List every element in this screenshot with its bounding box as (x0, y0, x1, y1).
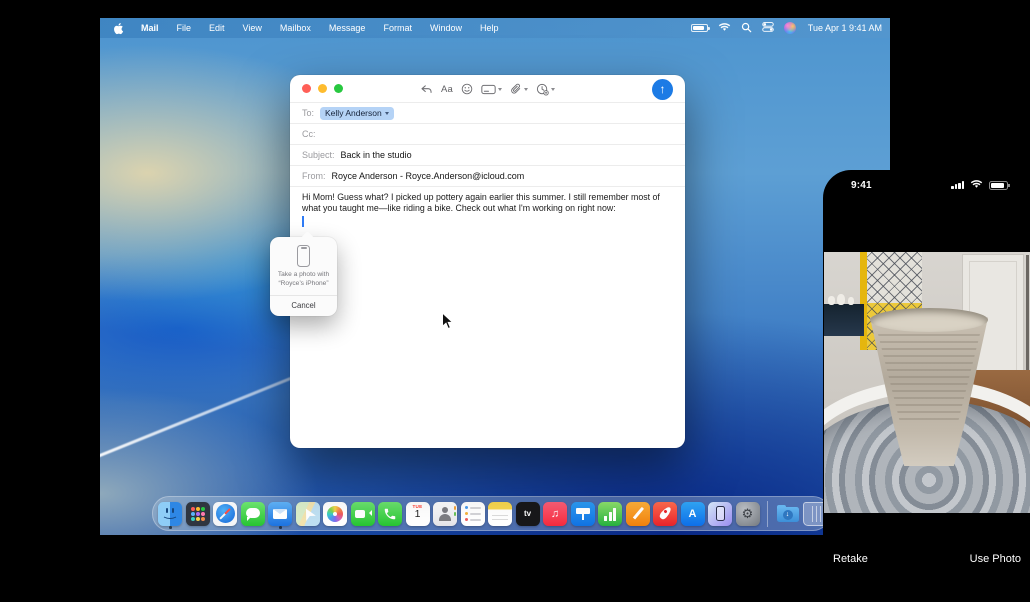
menu-message[interactable]: Message (320, 18, 375, 38)
dock-finder-icon[interactable] (158, 502, 182, 526)
dock-launchpad-icon[interactable] (186, 502, 210, 526)
dock-mail-icon[interactable] (268, 502, 292, 526)
dock-calendar-icon[interactable]: TUE1 (406, 502, 430, 526)
dock-phone-icon[interactable] (378, 502, 402, 526)
continuity-camera-popup: Take a photo with “Royce’s iPhone” Cance… (270, 237, 337, 316)
apple-menu-icon[interactable] (100, 22, 132, 35)
menu-window[interactable]: Window (421, 18, 471, 38)
dock-tv-icon[interactable]: tv (516, 502, 540, 526)
to-recipient-pill[interactable]: Kelly Anderson (320, 107, 394, 120)
menu-bar-clock[interactable]: Tue Apr 1 9:41 AM (806, 23, 882, 33)
dock-photos-icon[interactable] (323, 502, 347, 526)
dock-safari-icon[interactable] (213, 502, 237, 526)
dock-pages-icon[interactable] (626, 502, 650, 526)
message-body[interactable]: Hi Mom! Guess what? I picked up pottery … (290, 187, 685, 214)
dock-divider (767, 501, 768, 527)
iphone-clock: 9:41 (851, 180, 872, 191)
dock-facetime-icon[interactable] (351, 502, 375, 526)
from-label: From: (302, 171, 326, 181)
from-field[interactable]: From: Royce Anderson - Royce.Anderson@ic… (290, 166, 685, 187)
dock-app-store-icon[interactable]: A (681, 502, 705, 526)
use-photo-button[interactable]: Use Photo (970, 553, 1021, 602)
dock-maps-icon[interactable] (296, 502, 320, 526)
menu-bar: Mail File Edit View Mailbox Message Form… (100, 18, 890, 38)
wifi-icon[interactable] (718, 22, 731, 34)
cellular-signal-icon (951, 181, 964, 189)
iphone-outline-icon (297, 245, 310, 267)
send-button[interactable]: ↑ (652, 79, 673, 100)
mouse-pointer (441, 312, 454, 336)
dock-keynote-icon[interactable] (571, 502, 595, 526)
dock: TUE1 tv ♫ A ⚙ ↓ (152, 496, 830, 531)
from-value: Royce Anderson - Royce.Anderson@icloud.c… (332, 171, 525, 181)
menu-help[interactable]: Help (471, 18, 508, 38)
iphone-wifi-icon (970, 176, 983, 194)
menu-mailbox[interactable]: Mailbox (271, 18, 320, 38)
iphone-battery-icon (989, 181, 1008, 190)
control-center-icon[interactable] (762, 22, 774, 34)
close-window-button[interactable] (302, 84, 311, 93)
dock-contacts-icon[interactable] (433, 502, 457, 526)
studio-shelf (824, 304, 864, 336)
search-icon[interactable] (741, 22, 752, 35)
camera-action-bar: Retake Use Photo (823, 545, 1030, 602)
iphone-status-bar: 9:41 (823, 178, 1030, 192)
to-label: To: (302, 108, 314, 118)
dock-messages-icon[interactable] (241, 502, 265, 526)
menu-file[interactable]: File (168, 18, 201, 38)
window-titlebar: Aa ↑ (290, 75, 685, 103)
mac-desktop: Mail File Edit View Mailbox Message Form… (100, 18, 890, 535)
menu-view[interactable]: View (234, 18, 271, 38)
minimize-window-button[interactable] (318, 84, 327, 93)
dock-music-icon[interactable]: ♫ (543, 502, 567, 526)
mail-compose-window: Aa ↑ (290, 75, 685, 448)
send-later-button[interactable] (536, 83, 555, 96)
dock-iphone-mirroring-icon[interactable] (708, 502, 732, 526)
dock-numbers-icon[interactable] (598, 502, 622, 526)
cancel-button[interactable]: Cancel (270, 296, 337, 316)
siri-icon[interactable] (784, 22, 796, 34)
header-fields-button[interactable] (481, 84, 502, 95)
menu-edit[interactable]: Edit (200, 18, 234, 38)
to-field[interactable]: To: Kelly Anderson (290, 103, 685, 124)
cc-field[interactable]: Cc: (290, 124, 685, 145)
dock-downloads-folder-icon[interactable]: ↓ (776, 502, 800, 526)
screenshot-stage: Mail File Edit View Mailbox Message Form… (0, 0, 1030, 602)
dock-rocket-app-icon[interactable] (653, 502, 677, 526)
recipient-name: Kelly Anderson (325, 108, 382, 118)
emoji-button[interactable] (461, 83, 473, 95)
undo-button[interactable] (420, 84, 433, 95)
popup-message: Take a photo with “Royce’s iPhone” (270, 271, 337, 295)
subject-value: Back in the studio (341, 150, 412, 160)
recipient-chevron-icon (385, 112, 389, 115)
menu-mail[interactable]: Mail (132, 18, 168, 38)
format-button[interactable]: Aa (441, 84, 453, 95)
dock-reminders-icon[interactable] (461, 502, 485, 526)
battery-icon[interactable] (691, 24, 708, 32)
text-insertion-caret (302, 216, 304, 227)
subject-field[interactable]: Subject: Back in the studio (290, 145, 685, 166)
pottery-piece (828, 296, 835, 305)
finder-running-indicator (169, 526, 172, 529)
pottery-piece (837, 294, 845, 305)
clay-bowl (870, 308, 988, 466)
cc-label: Cc: (302, 129, 316, 139)
dock-notes-icon[interactable] (488, 502, 512, 526)
subject-label: Subject: (302, 150, 335, 160)
pottery-piece (848, 297, 854, 305)
camera-preview-photo (824, 252, 1030, 513)
mail-running-indicator (279, 526, 282, 529)
retake-button[interactable]: Retake (833, 553, 868, 602)
attach-button[interactable] (510, 83, 528, 96)
menu-format[interactable]: Format (374, 18, 421, 38)
dock-system-settings-icon[interactable]: ⚙ (736, 502, 760, 526)
zoom-window-button[interactable] (334, 84, 343, 93)
iphone-screen: 9:41 (823, 170, 1030, 602)
